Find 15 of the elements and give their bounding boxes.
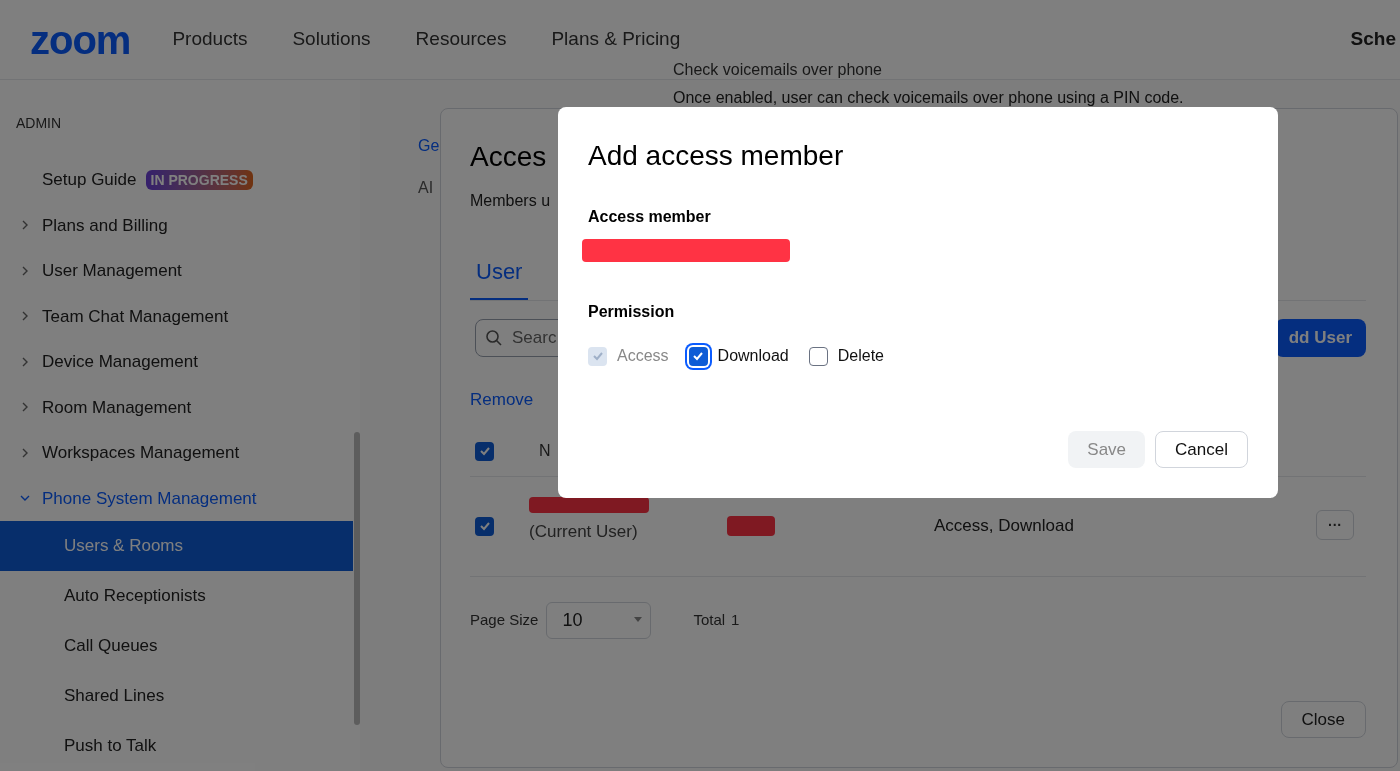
section-label: ADMIN: [15, 114, 62, 133]
total-count: 1: [731, 609, 740, 630]
modal-title: Add access member: [588, 139, 845, 173]
panel-title: Acces: [470, 140, 547, 174]
field-label: Access member: [588, 207, 712, 227]
table-cell-text: (Current User): [529, 521, 638, 544]
field-label: Permission: [588, 302, 676, 322]
panel-description: Members u: [470, 191, 551, 211]
column-header: N: [539, 441, 551, 461]
total-label: Total: [693, 609, 726, 630]
setting-description: Once enabled, user can check voicemails over phone using a PIN code.: [673, 89, 1184, 106]
page-size-label: Page Size: [470, 609, 539, 630]
table-cell-text: Access, Download: [934, 515, 1074, 538]
status-badge: IN PROGRESS: [145, 169, 253, 190]
setting-title: Check voicemails over phone: [673, 60, 882, 80]
